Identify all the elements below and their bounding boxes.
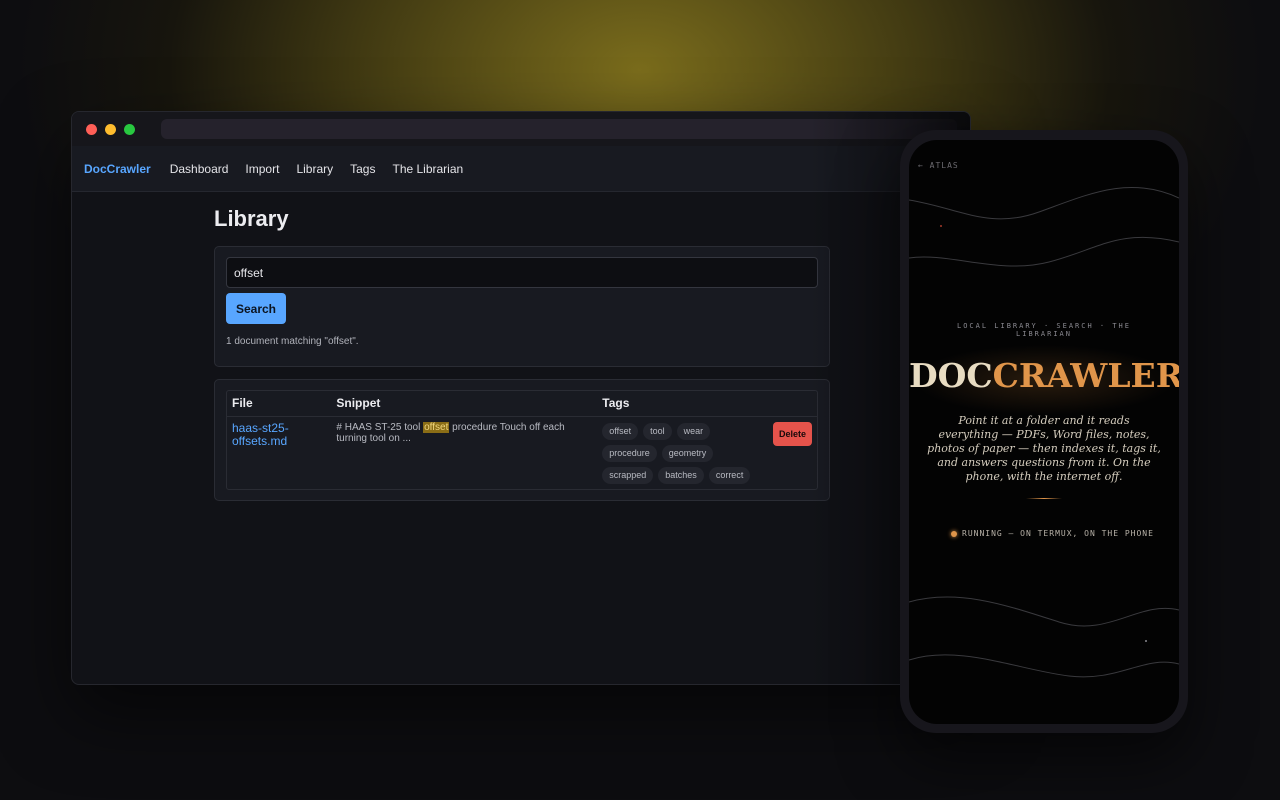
phone-frame: ← ATLAS LOCAL LIBRARY · SEARCH · THE LIB… bbox=[900, 130, 1188, 733]
nav-link-library[interactable]: Library bbox=[296, 162, 333, 176]
snippet-before: # HAAS ST-25 tool bbox=[336, 422, 424, 433]
results-table: File Snippet Tags haas-st25-offsets.md #… bbox=[226, 390, 818, 490]
search-panel: Search 1 document matching "offset". bbox=[214, 246, 830, 367]
file-link[interactable]: haas-st25-offsets.md bbox=[232, 422, 322, 448]
tag-chip[interactable]: wear bbox=[676, 423, 711, 440]
results-panel: File Snippet Tags haas-st25-offsets.md #… bbox=[214, 379, 830, 501]
tag-chip[interactable]: scrapped bbox=[602, 467, 654, 484]
column-header-actions bbox=[767, 391, 817, 417]
page-title: Library bbox=[214, 206, 289, 231]
tag-chip[interactable]: tool bbox=[643, 423, 672, 440]
minimize-window-button[interactable] bbox=[105, 124, 116, 135]
spark-dot bbox=[940, 225, 942, 227]
tag-list: offset tool wear procedure geometry scra… bbox=[602, 422, 762, 484]
hero-divider bbox=[1026, 498, 1062, 499]
brand-link[interactable]: DocCrawler bbox=[84, 162, 151, 176]
tag-chip[interactable]: correct bbox=[708, 467, 751, 484]
nav-link-the-librarian[interactable]: The Librarian bbox=[392, 162, 463, 176]
hero-headline: DOCCRAWLER bbox=[909, 356, 1179, 396]
hero-kicker: LOCAL LIBRARY · SEARCH · THE LIBRARIAN bbox=[956, 322, 1131, 338]
tag-chip[interactable]: geometry bbox=[661, 445, 714, 462]
nav-link-import[interactable]: Import bbox=[245, 162, 279, 176]
table-row: haas-st25-offsets.md # HAAS ST-25 tool o… bbox=[227, 417, 817, 489]
nav-link-dashboard[interactable]: Dashboard bbox=[170, 162, 229, 176]
back-link-atlas[interactable]: ← ATLAS bbox=[918, 161, 959, 170]
search-button[interactable]: Search bbox=[226, 293, 286, 324]
browser-window: DocCrawler Dashboard Import Library Tags… bbox=[71, 111, 971, 685]
close-window-button[interactable] bbox=[86, 124, 97, 135]
headline-part-crawler: CRAWLER bbox=[992, 356, 1179, 395]
status-text: RUNNING — ON TERMUX, ON THE PHONE bbox=[962, 529, 1154, 538]
hero-tagline: Point it at a folder and it reads everyt… bbox=[927, 414, 1161, 483]
result-count: 1 document matching "offset". bbox=[226, 336, 359, 347]
app-navbar: DocCrawler Dashboard Import Library Tags… bbox=[72, 146, 970, 192]
snippet-text: # HAAS ST-25 tool offset procedure Touch… bbox=[336, 422, 586, 444]
address-bar[interactable] bbox=[161, 119, 957, 139]
column-header-tags: Tags bbox=[597, 391, 768, 417]
column-header-file: File bbox=[227, 391, 332, 417]
tag-chip[interactable]: batches bbox=[658, 467, 704, 484]
tag-chip[interactable]: offset bbox=[602, 423, 639, 440]
delete-button[interactable]: Delete bbox=[772, 422, 812, 446]
spark-dot bbox=[1145, 640, 1147, 642]
library-content: Library Search 1 document matching "offs… bbox=[214, 192, 830, 501]
phone-screen: ← ATLAS LOCAL LIBRARY · SEARCH · THE LIB… bbox=[909, 140, 1179, 724]
status-indicator-dot bbox=[951, 531, 957, 537]
headline-part-doc: DOC bbox=[909, 356, 993, 395]
tag-chip[interactable]: procedure bbox=[602, 445, 657, 462]
search-input[interactable] bbox=[226, 257, 818, 288]
maximize-window-button[interactable] bbox=[124, 124, 135, 135]
column-header-snippet: Snippet bbox=[331, 391, 598, 417]
nav-link-tags[interactable]: Tags bbox=[350, 162, 375, 176]
browser-titlebar bbox=[72, 112, 970, 146]
table-header-row: File Snippet Tags bbox=[227, 391, 817, 417]
snippet-highlight: offset bbox=[423, 422, 450, 433]
